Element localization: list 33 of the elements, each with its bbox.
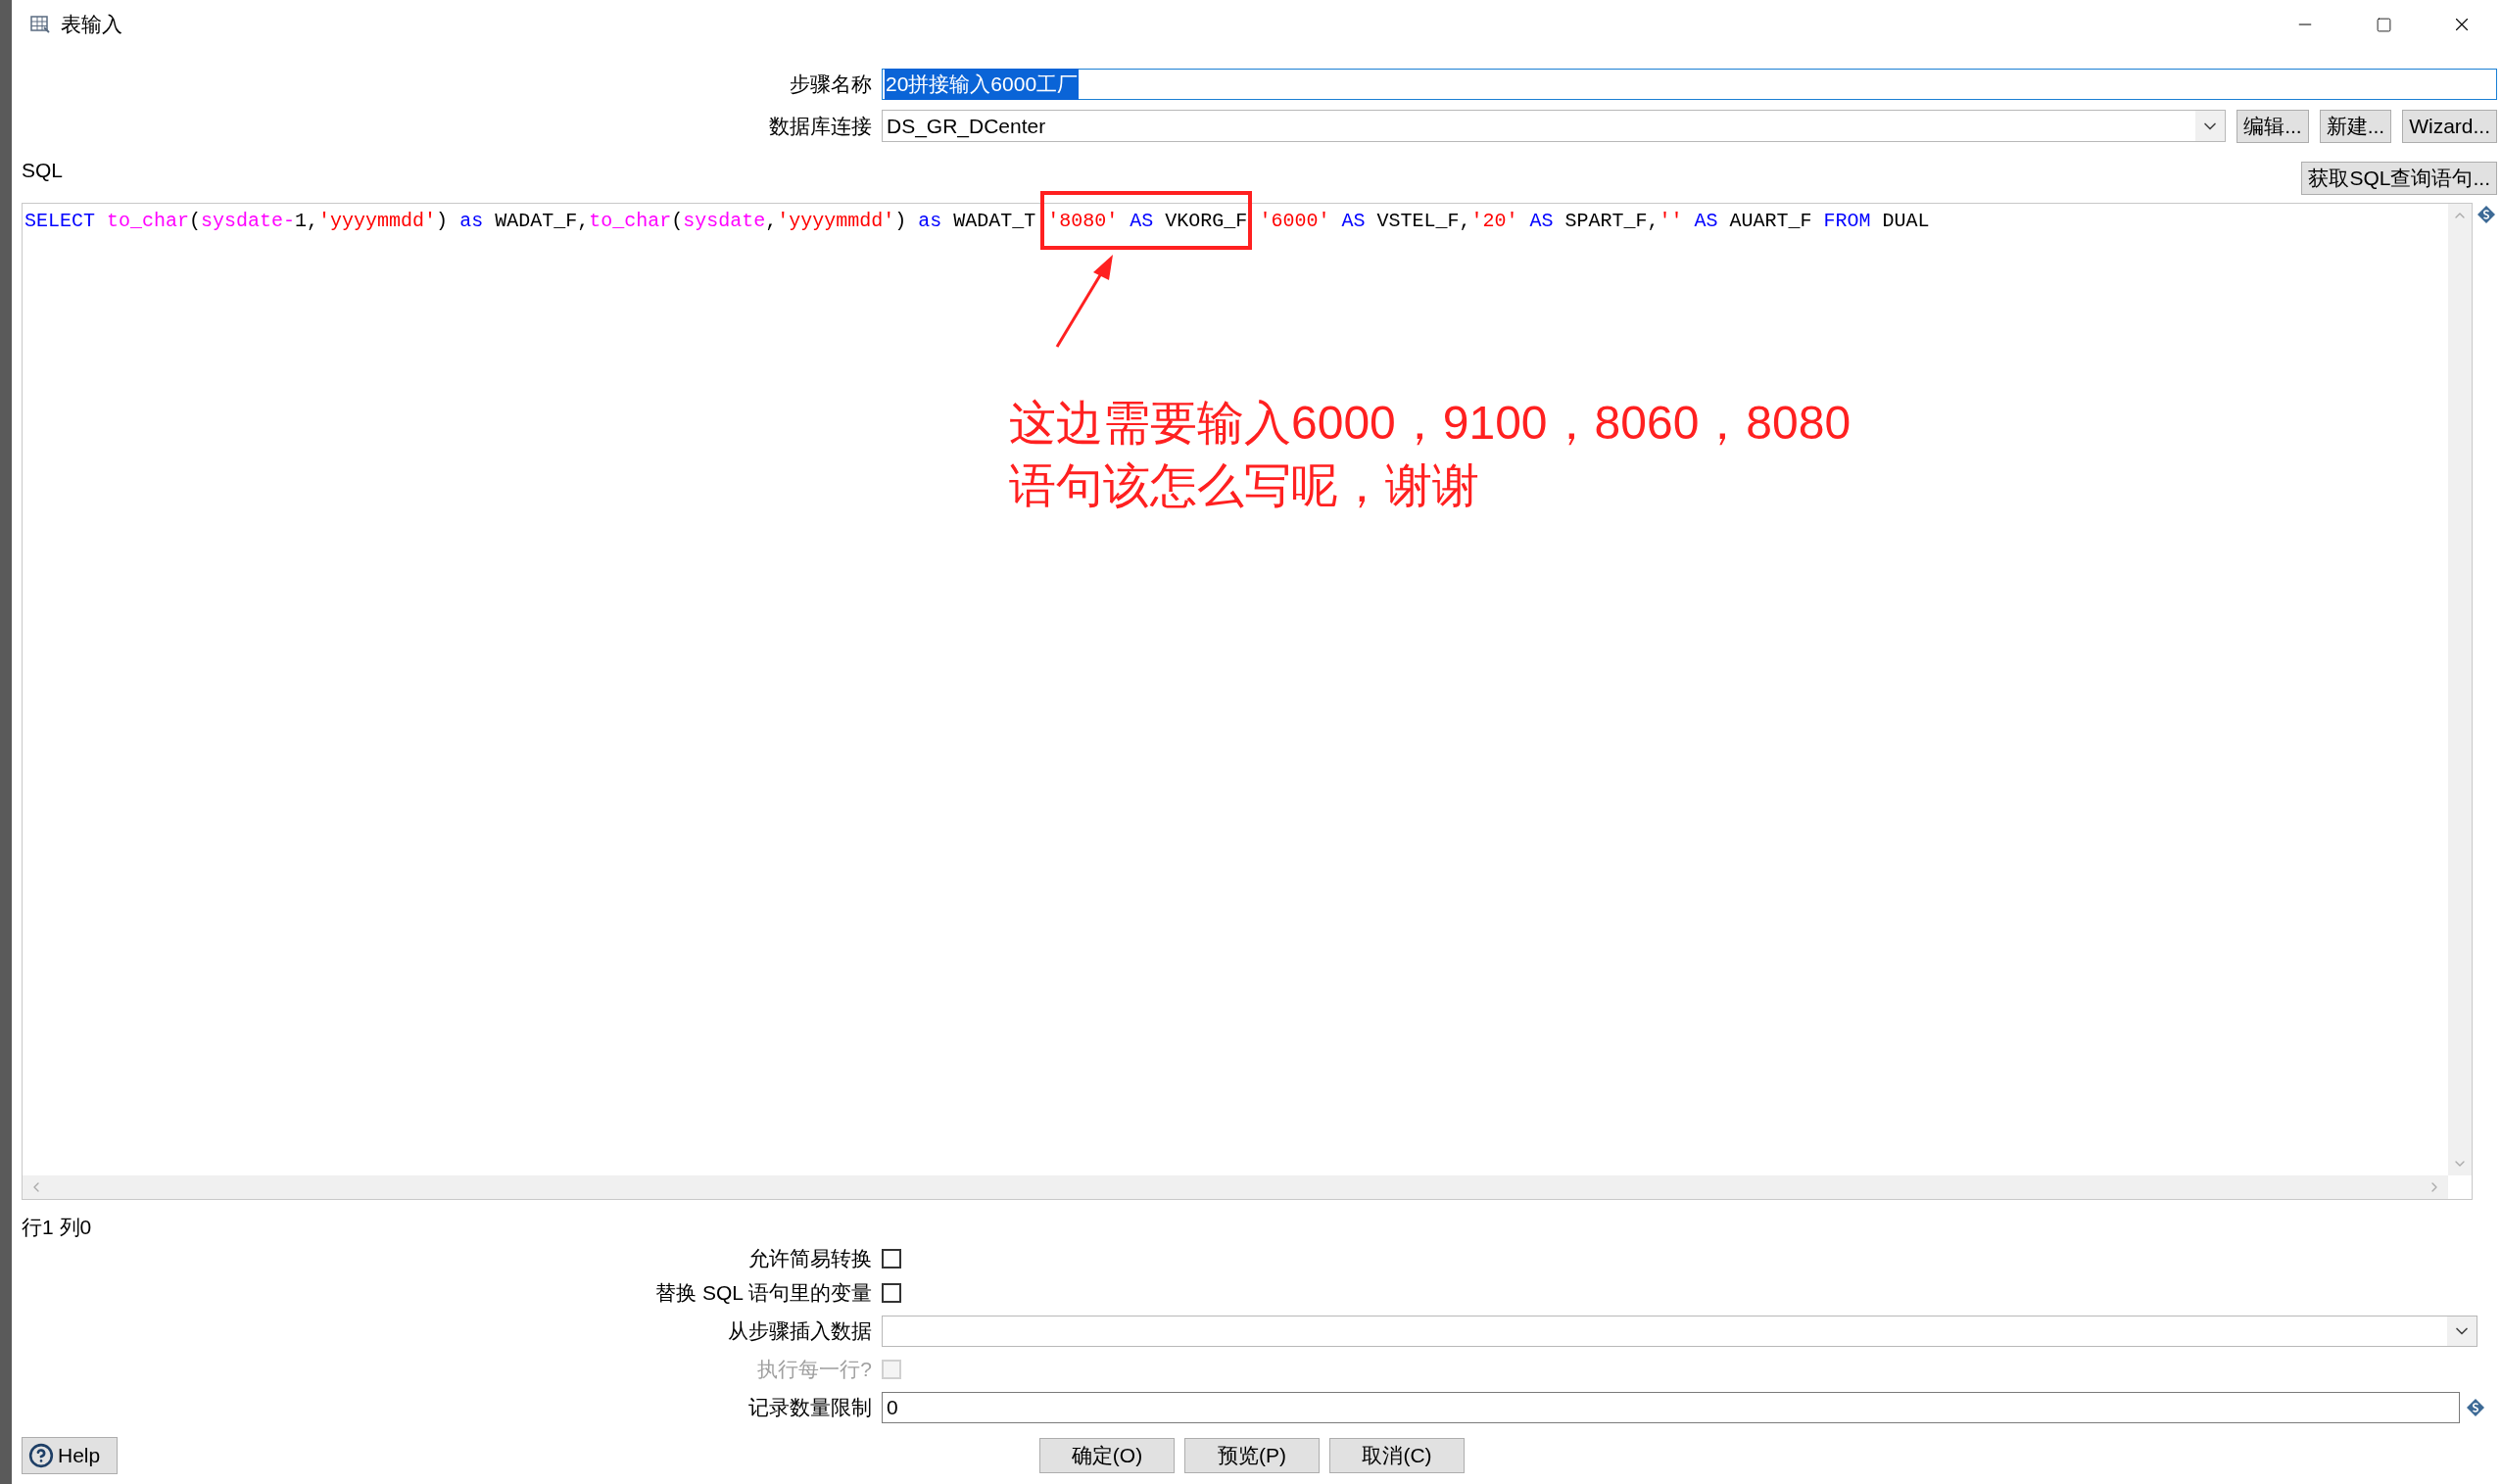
connection-button[interactable]: 编辑... (2236, 109, 2309, 143)
table-icon (29, 14, 51, 35)
option-label: 替换 SQL 语句里的变量 (655, 1280, 872, 1307)
dropdown-field[interactable] (882, 1316, 2477, 1347)
variable-icon[interactable] (2466, 1398, 2485, 1417)
option-label: 执行每一行? (757, 1357, 872, 1383)
field-label: 数据库连接 (769, 113, 872, 139)
vertical-scrollbar[interactable] (2448, 204, 2472, 1175)
annotation-text: 语句该怎么写呢，谢谢 (1009, 458, 1480, 513)
help-button[interactable]: Help (22, 1437, 118, 1474)
option-label: 记录数量限制 (748, 1395, 872, 1421)
cursor-position-text: 行1 列0 (22, 1216, 92, 1238)
connection-dropdown[interactable]: DS_GR_DCenter (882, 110, 2227, 142)
annotation-text: 这边需要输入6000，9100，8060，8080 (1009, 396, 1852, 451)
checkbox[interactable] (882, 1283, 901, 1303)
help-icon (28, 1443, 54, 1468)
variable-icon[interactable] (2477, 205, 2496, 224)
connection-button[interactable]: 新建... (2319, 109, 2392, 143)
option-label: 从步骤插入数据 (728, 1318, 872, 1345)
step-name-field[interactable]: 20拼接输入6000工厂 (882, 69, 2497, 100)
horizontal-scrollbar[interactable] (23, 1175, 2448, 1199)
dialog-button[interactable]: 预览(P) (1184, 1438, 1320, 1473)
field-label: 步骤名称 (790, 72, 872, 98)
sql-label: SQL (22, 157, 64, 183)
dialog-button[interactable]: 确定(O) (1039, 1438, 1175, 1473)
connection-button[interactable]: Wizard... (2402, 109, 2497, 143)
limit-input-field[interactable]: 0 (882, 1392, 2460, 1423)
get-sql-button[interactable]: 获取SQL查询语句... (2301, 162, 2497, 195)
window-title: 表输入 (61, 12, 122, 38)
sql-code-line: SELECT to_char(sysdate-1,'yyyymmdd') as WADAT_F,to_char(sysdate,'yyyymmdd') as WADAT_T '8080' AS VKORG_F '6000' AS VSTEL_F,'20' AS SPART_F,'' AS AUART_F FROM DUAL (24, 210, 1930, 232)
checkbox[interactable] (882, 1249, 901, 1269)
dialog-button[interactable]: 取消(C) (1329, 1438, 1465, 1473)
option-label: 允许简易转换 (748, 1246, 872, 1272)
